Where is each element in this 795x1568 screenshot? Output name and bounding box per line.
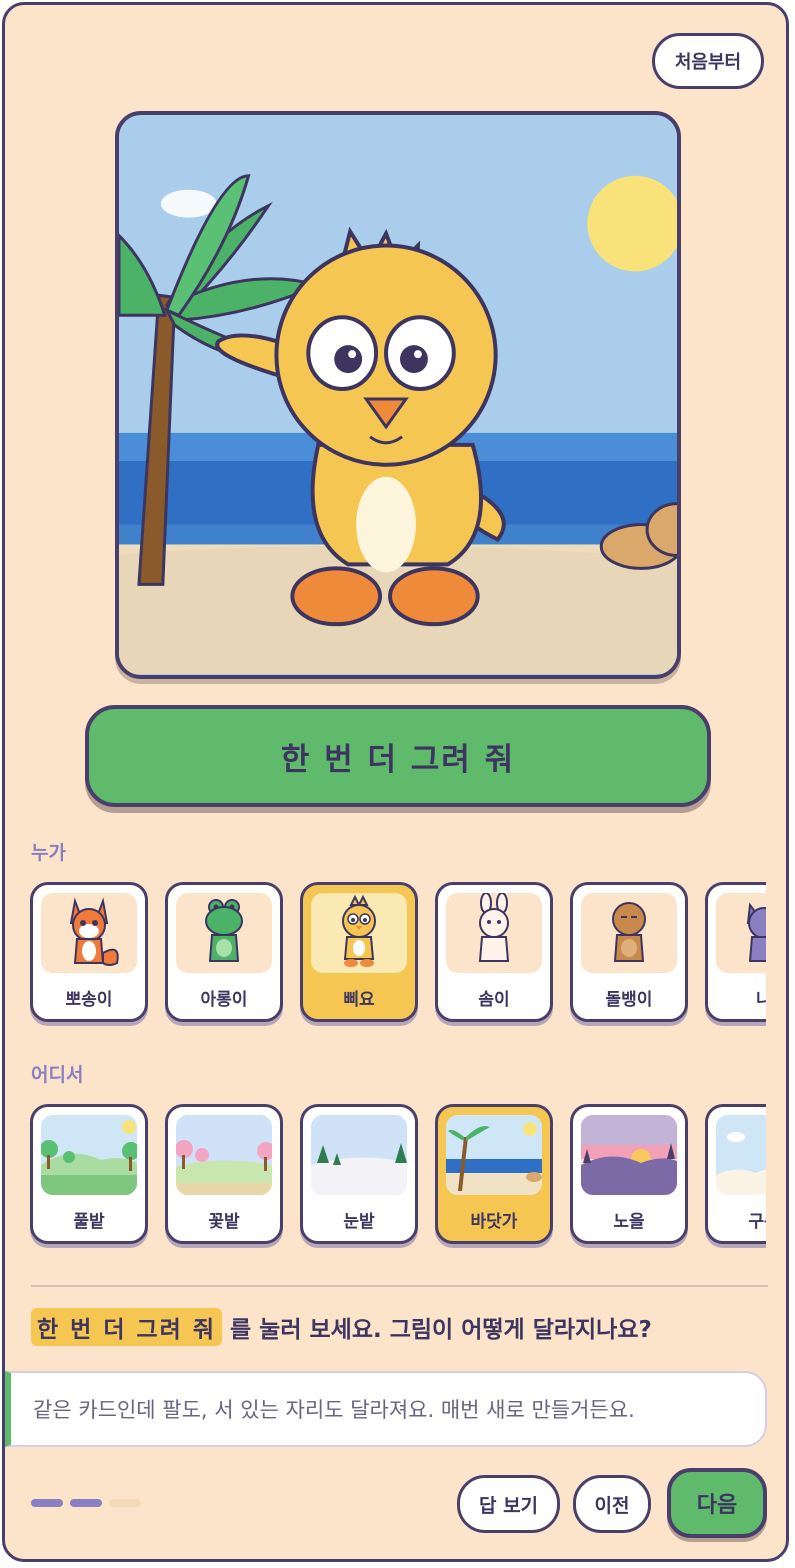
section-divider xyxy=(31,1285,768,1287)
character-card-label: 아롱이 xyxy=(200,990,248,1010)
character-card-label: 뽀송이 xyxy=(65,990,113,1010)
character-card-bunny[interactable]: 솜이 xyxy=(435,882,553,1022)
character-card-label: 돌뱅이 xyxy=(605,990,653,1010)
meadow-icon xyxy=(41,1115,137,1195)
who-section-label: 누가 xyxy=(31,842,66,864)
prompt-highlight: 한 번 더 그려 줘 xyxy=(31,1308,222,1346)
cloud-icon xyxy=(716,1115,766,1195)
progress-dot-2 xyxy=(70,1499,102,1507)
beach-icon xyxy=(446,1115,542,1195)
place-card-cloud[interactable]: 구름 xyxy=(705,1104,766,1244)
place-card-flower-field[interactable]: 꽃밭 xyxy=(165,1104,283,1244)
place-card-sunset[interactable]: 노을 xyxy=(570,1104,688,1244)
character-card-label: 삐요 xyxy=(343,990,375,1010)
character-card-fox[interactable]: 뽀송이 xyxy=(30,882,148,1022)
cat-icon xyxy=(716,893,766,973)
redraw-button[interactable]: 한 번 더 그려 줘 xyxy=(85,705,711,807)
progress-dot-1 xyxy=(31,1499,63,1507)
scene-illustration xyxy=(119,116,677,674)
restart-button[interactable]: 처음부터 xyxy=(652,33,764,89)
place-card-label: 바닷가 xyxy=(470,1212,518,1232)
character-card-frog[interactable]: 아롱이 xyxy=(165,882,283,1022)
place-card-label: 풀밭 xyxy=(73,1212,105,1232)
bunny-icon xyxy=(446,893,542,973)
place-card-snow-field[interactable]: 눈밭 xyxy=(300,1104,418,1244)
character-card-label: 솜이 xyxy=(478,990,510,1010)
flower-field-icon xyxy=(176,1115,272,1195)
place-card-meadow[interactable]: 풀밭 xyxy=(30,1104,148,1244)
place-card-label: 노을 xyxy=(613,1212,645,1232)
app-frame: 처음부터 한 번 더 그려 줘 누가 뽀송이 아롱이 삐요 솜이 돌뱅이 어디서… xyxy=(2,2,789,1562)
where-section-label: 어디서 xyxy=(31,1064,84,1086)
frog-icon xyxy=(176,893,272,973)
place-card-beach[interactable]: 바닷가 xyxy=(435,1104,553,1244)
prev-button[interactable]: 이전 xyxy=(573,1475,651,1533)
fox-icon xyxy=(41,893,137,973)
character-card-cat[interactable]: 나 xyxy=(705,882,766,1022)
place-card-row[interactable]: 풀밭 꽃밭 눈밭 바닷가 노을 구 xyxy=(30,1104,766,1250)
next-button[interactable]: 다음 xyxy=(667,1468,767,1538)
answer-box: 같은 카드인데 팔도, 서 있는 자리도 달라져요. 매번 새로 만들거든요. xyxy=(5,1371,767,1447)
character-card-chick[interactable]: 삐요 xyxy=(300,882,418,1022)
progress-dot-3 xyxy=(109,1499,141,1507)
place-card-label: 구름 xyxy=(748,1212,766,1232)
character-card-label: 나 xyxy=(708,985,766,1010)
sunset-icon xyxy=(581,1115,677,1195)
place-card-label: 꽃밭 xyxy=(208,1212,240,1232)
show-answer-button[interactable]: 답 보기 xyxy=(457,1475,560,1533)
prompt-question: 한 번 더 그려 줘 를 눌러 보세요. 그림이 어떻게 달라지나요? xyxy=(31,1308,652,1346)
generated-scene-image xyxy=(115,111,681,679)
progress-dots xyxy=(31,1499,141,1507)
bear-icon xyxy=(581,893,677,973)
character-card-row[interactable]: 뽀송이 아롱이 삐요 솜이 돌뱅이 xyxy=(30,882,766,1028)
place-card-label: 눈밭 xyxy=(343,1212,375,1232)
prompt-text: 를 눌러 보세요. 그림이 어떻게 달라지나요? xyxy=(230,1317,652,1343)
chick-icon xyxy=(311,893,407,973)
character-card-bear[interactable]: 돌뱅이 xyxy=(570,882,688,1022)
snow-field-icon xyxy=(311,1115,407,1195)
